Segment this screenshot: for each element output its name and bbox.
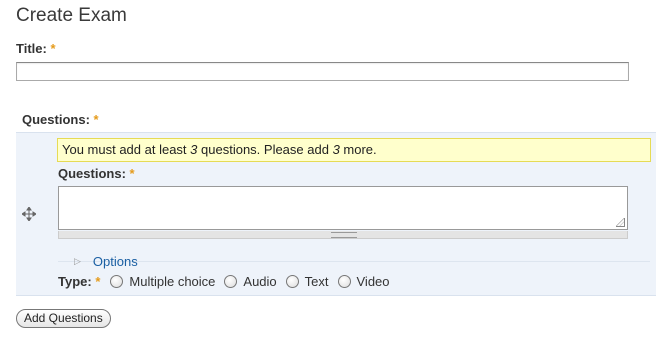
warning-message: You must add at least 3 questions. Pleas…	[57, 138, 651, 162]
question-label-text: Questions:	[58, 166, 126, 181]
triangle-right-icon: ▷	[74, 256, 81, 266]
warning-suffix: more.	[339, 142, 377, 157]
type-label-text: Type:	[58, 274, 92, 289]
options-toggle[interactable]: ▷ Options	[74, 254, 138, 269]
question-label: Questions: *	[58, 166, 135, 181]
type-option-video[interactable]: Video	[337, 274, 390, 289]
type-radio-group: Type: * Multiple choice Audio Text Video	[58, 274, 399, 289]
options-link-label[interactable]: Options	[93, 254, 138, 269]
textarea-resize-grippie[interactable]	[58, 231, 628, 239]
required-mark: *	[129, 166, 135, 181]
type-label: Type: *	[58, 274, 100, 289]
questions-section-label-text: Questions:	[22, 112, 90, 127]
radio-button[interactable]	[285, 275, 299, 288]
type-option-multiple-choice[interactable]: Multiple choice	[110, 274, 215, 289]
page-title: Create Exam	[16, 5, 127, 26]
grippie-lines-icon	[331, 232, 357, 238]
move-arrows-icon[interactable]	[21, 206, 37, 222]
radio-label: Audio	[243, 274, 277, 289]
options-divider	[58, 261, 650, 262]
warning-middle: questions. Please add	[197, 142, 333, 157]
radio-label: Text	[304, 274, 329, 289]
title-input[interactable]	[16, 62, 629, 81]
radio-label: Multiple choice	[129, 274, 216, 289]
radio-button[interactable]	[337, 275, 351, 288]
questions-section-label: Questions: *	[22, 112, 99, 127]
title-label-text: Title:	[16, 41, 47, 56]
type-option-text[interactable]: Text	[285, 274, 329, 289]
questions-fieldset: You must add at least 3 questions. Pleas…	[16, 132, 656, 296]
required-mark: *	[50, 41, 56, 56]
required-mark: *	[95, 274, 101, 289]
add-questions-button[interactable]: Add Questions	[16, 309, 111, 328]
required-mark: *	[93, 112, 99, 127]
radio-button[interactable]	[110, 275, 124, 288]
question-textarea[interactable]	[58, 186, 628, 230]
type-option-audio[interactable]: Audio	[224, 274, 277, 289]
radio-button[interactable]	[224, 275, 238, 288]
title-label: Title: *	[16, 41, 56, 56]
warning-remaining: 3	[332, 142, 340, 157]
warning-prefix: You must add at least	[62, 142, 191, 157]
resize-corner-icon[interactable]	[616, 218, 625, 227]
radio-label: Video	[356, 274, 390, 289]
